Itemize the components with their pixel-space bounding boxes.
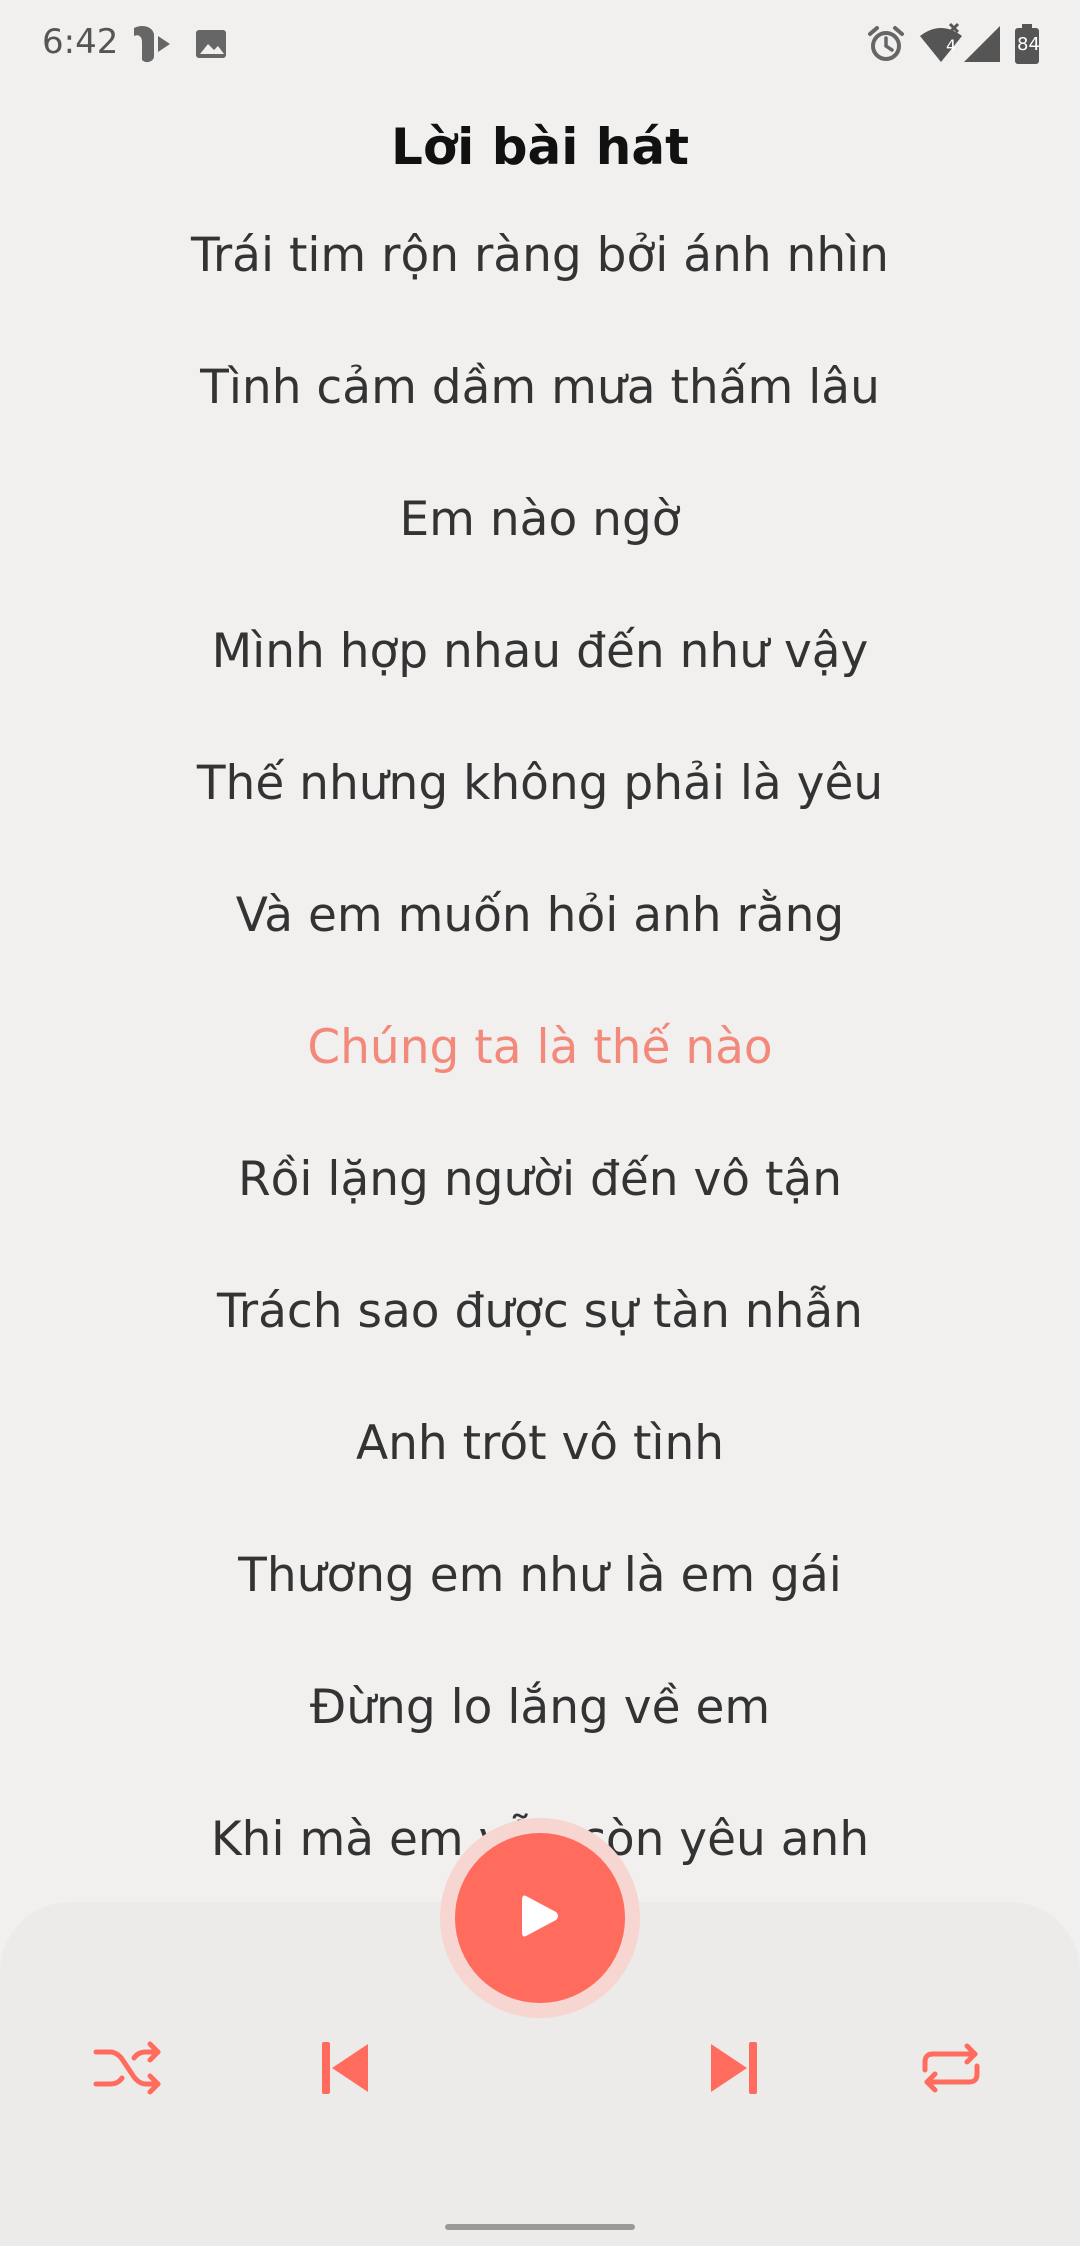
previous-button[interactable] <box>296 2030 396 2110</box>
lyric-line[interactable]: Thương em như là em gái <box>0 1536 1080 1668</box>
status-bar: 6:42 4 84 <box>0 0 1080 90</box>
wifi-icon <box>918 22 964 66</box>
alarm-icon <box>866 22 906 66</box>
lyric-line[interactable]: Trách sao được sự tàn nhẫn <box>0 1272 1080 1404</box>
lyric-line[interactable]: Thế nhưng không phải là yêu <box>0 744 1080 876</box>
battery-level: 84 <box>1017 34 1040 55</box>
lyric-line[interactable]: Em nào ngờ <box>0 480 1080 612</box>
music-app-notification-icon <box>128 22 174 66</box>
lyrics-list: Trái tim rộn ràng bởi ánh nhìn Tình cảm … <box>0 216 1080 1932</box>
image-notification-icon <box>194 22 228 66</box>
lyric-line[interactable]: Đừng lo lắng về em <box>0 1668 1080 1800</box>
play-button-inner <box>455 1833 625 2003</box>
lyric-line[interactable]: Rồi lặng người đến vô tận <box>0 1140 1080 1272</box>
lyric-line[interactable]: Anh trót vô tình <box>0 1404 1080 1536</box>
play-icon <box>518 1892 562 1944</box>
status-time: 6:42 <box>42 22 119 62</box>
lyric-line[interactable]: Tình cảm dầm mưa thấm lâu <box>0 348 1080 480</box>
lyric-line[interactable]: Trái tim rộn ràng bởi ánh nhìn <box>0 216 1080 348</box>
shuffle-button[interactable] <box>78 2030 178 2110</box>
skip-previous-icon <box>318 2038 374 2102</box>
page-title: Lời bài hát <box>390 118 690 176</box>
lyric-line[interactable]: Và em muốn hỏi anh rằng <box>0 876 1080 1008</box>
next-button[interactable] <box>683 2030 783 2110</box>
lyric-line[interactable]: Mình hợp nhau đến như vậy <box>0 612 1080 744</box>
repeat-icon <box>919 2036 983 2104</box>
home-indicator[interactable] <box>445 2224 635 2230</box>
network-badge: 4 <box>946 36 957 55</box>
lyric-line-active[interactable]: Chúng ta là thế nào <box>0 1008 1080 1140</box>
repeat-button[interactable] <box>901 2030 1001 2110</box>
cellular-signal-icon <box>962 22 1002 66</box>
shuffle-icon <box>92 2036 164 2104</box>
play-button[interactable] <box>440 1818 640 2018</box>
skip-next-icon <box>705 2038 761 2102</box>
